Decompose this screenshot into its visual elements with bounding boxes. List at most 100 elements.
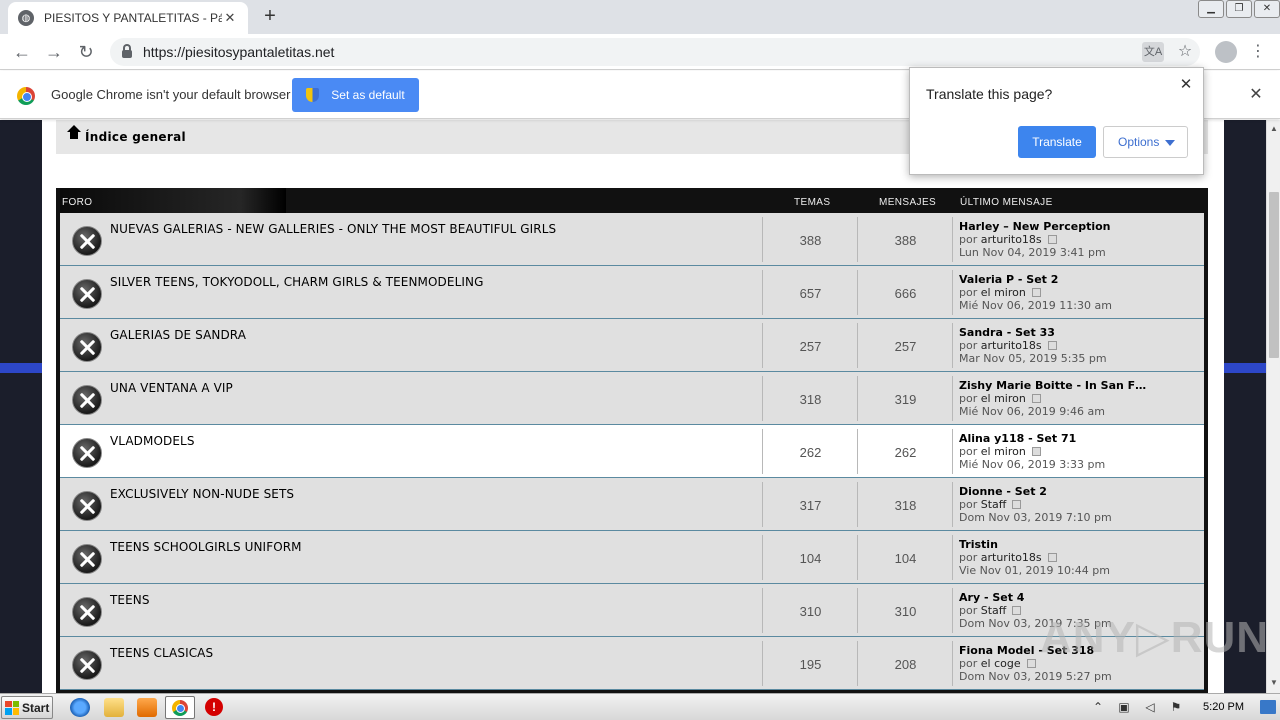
forum-title-link[interactable]: EXCLUSIVELY NON-NUDE SETS	[110, 487, 294, 501]
column-divider	[952, 376, 953, 421]
page-scrollbar[interactable]: ▲ ▼	[1266, 120, 1280, 693]
forum-title-link[interactable]: TEENS CLASICAS	[110, 646, 213, 660]
goto-post-icon[interactable]	[1031, 288, 1041, 297]
media-player-icon[interactable]	[137, 698, 157, 717]
profile-avatar-icon[interactable]	[1215, 41, 1237, 63]
volume-icon[interactable]: ◁	[1142, 700, 1158, 714]
goto-post-icon[interactable]	[1047, 341, 1057, 350]
last-post-date: Mié Nov 06, 2019 9:46 am	[959, 405, 1105, 418]
author-link[interactable]: Staff	[981, 498, 1007, 511]
topics-count: 257	[799, 339, 822, 354]
author-link[interactable]: el miron	[981, 286, 1026, 299]
back-arrow-icon[interactable]: ←	[10, 40, 34, 64]
translate-close-icon[interactable]: ✕	[1177, 76, 1195, 94]
goto-post-icon[interactable]	[1012, 606, 1022, 615]
scroll-down-arrow-icon[interactable]: ▼	[1270, 678, 1278, 687]
author-link[interactable]: arturito18s	[981, 339, 1042, 352]
address-bar[interactable]: https://piesitosypantaletitas.net 文A ☆	[110, 38, 1200, 66]
kebab-menu-icon[interactable]: ⋮	[1248, 40, 1268, 64]
author-link[interactable]: arturito18s	[981, 551, 1042, 564]
forum-status-icon	[72, 332, 102, 362]
start-label: Start	[22, 700, 50, 715]
network-icon[interactable]: ▣	[1116, 700, 1132, 714]
last-post-title-link[interactable]: Ary - Set 4	[959, 591, 1199, 604]
translate-icon[interactable]: 文A	[1142, 42, 1164, 62]
header-topics: TEMAS	[794, 197, 831, 208]
lock-icon[interactable]	[122, 44, 132, 58]
set-as-default-button[interactable]: Set as default	[292, 78, 419, 112]
translate-button[interactable]: Translate	[1018, 126, 1096, 158]
flag-icon[interactable]: ⚑	[1168, 700, 1184, 714]
last-post-title-link[interactable]: Harley – New Perception	[959, 220, 1199, 233]
goto-post-icon[interactable]	[1031, 394, 1041, 403]
forum-status-icon	[72, 544, 102, 574]
goto-post-icon[interactable]	[1047, 553, 1057, 562]
taskbar-clock[interactable]: 5:20 PM	[1203, 701, 1244, 713]
author-link[interactable]: Staff	[981, 604, 1007, 617]
forum-title-link[interactable]: SILVER TEENS, TOKYODOLL, CHARM GIRLS & T…	[110, 275, 483, 289]
breadcrumb-index-link[interactable]: Índice general	[85, 130, 186, 144]
goto-post-icon[interactable]	[1031, 447, 1041, 456]
last-post-title-link[interactable]: Alina y118 - Set 71	[959, 432, 1199, 445]
internet-explorer-icon[interactable]	[70, 698, 90, 717]
folder-icon[interactable]	[104, 698, 124, 717]
author-link[interactable]: el miron	[981, 445, 1026, 458]
maximize-button[interactable]: ❐	[1226, 0, 1252, 18]
forum-title-link[interactable]: UNA VENTANA A VIP	[110, 381, 233, 395]
forum-row: VLADMODELS 262 262 Alina y118 - Set 71 p…	[60, 425, 1204, 478]
forum-title-link[interactable]: NUEVAS GALERIAS - NEW GALLERIES - ONLY T…	[110, 222, 556, 236]
last-post-title-link[interactable]: Dionne - Set 2	[959, 485, 1199, 498]
forum-title-link[interactable]: TEENS	[110, 593, 150, 607]
minimize-button[interactable]: ▁	[1198, 0, 1224, 18]
uac-shield-icon	[306, 88, 320, 102]
last-post-date: Lun Nov 04, 2019 3:41 pm	[959, 246, 1106, 259]
author-link[interactable]: arturito18s	[981, 233, 1042, 246]
forum-status-icon	[72, 597, 102, 627]
column-divider	[952, 641, 953, 686]
goto-post-icon[interactable]	[1012, 500, 1022, 509]
scrollbar-thumb[interactable]	[1269, 192, 1279, 358]
tray-expand-icon[interactable]: ⌃	[1090, 700, 1106, 714]
last-post-author: por arturito18s	[959, 233, 1199, 246]
forum-title-link[interactable]: GALERIAS DE SANDRA	[110, 328, 246, 342]
posts-count: 208	[894, 657, 917, 672]
forum-row: TEENS SCHOOLGIRLS UNIFORM 104 104 Tristi…	[60, 531, 1204, 584]
translate-options-button[interactable]: Options	[1103, 126, 1188, 158]
by-label: por	[959, 604, 978, 617]
bookmark-star-icon[interactable]: ☆	[1174, 42, 1196, 62]
topics-count: 310	[799, 604, 822, 619]
new-tab-button[interactable]: +	[258, 5, 282, 29]
forum-title-link[interactable]: VLADMODELS	[110, 434, 195, 448]
forum-title-link[interactable]: TEENS SCHOOLGIRLS UNIFORM	[110, 540, 302, 554]
goto-post-icon[interactable]	[1026, 659, 1036, 668]
anyrun-watermark: ANY▷RUN	[1040, 613, 1270, 662]
close-tab-icon[interactable]: ✕	[222, 10, 238, 26]
author-link[interactable]: el miron	[981, 392, 1026, 405]
last-post-title-link[interactable]: Valeria P - Set 2	[959, 273, 1199, 286]
table-header: FORO TEMAS MENSAJES ÚLTIMO MENSAJE	[60, 188, 1204, 213]
last-post-title-link[interactable]: Tristin	[959, 538, 1199, 551]
reload-icon[interactable]: ↻	[74, 40, 98, 64]
last-post-date: Dom Nov 03, 2019 5:27 pm	[959, 670, 1112, 683]
start-button[interactable]: Start	[1, 696, 53, 719]
url-text[interactable]: https://piesitosypantaletitas.net	[143, 44, 334, 60]
forum-list-table: FORO TEMAS MENSAJES ÚLTIMO MENSAJE NUEVA…	[56, 188, 1208, 698]
show-desktop-icon[interactable]	[1260, 700, 1276, 714]
author-link[interactable]: el coge	[981, 657, 1021, 670]
forward-arrow-icon[interactable]: →	[42, 40, 66, 64]
by-label: por	[959, 339, 978, 352]
infobar-close-icon[interactable]: ✕	[1246, 85, 1266, 105]
scroll-up-arrow-icon[interactable]: ▲	[1270, 124, 1278, 133]
home-icon[interactable]	[67, 125, 81, 143]
stop-icon[interactable]: !	[205, 698, 223, 716]
chrome-taskbar-button[interactable]	[165, 696, 195, 719]
close-window-button[interactable]: ✕	[1254, 0, 1280, 18]
last-post-title-link[interactable]: Zishy Marie Boitte - In San F…	[959, 379, 1199, 392]
translate-popup: Translate this page? ✕ Translate Options	[909, 67, 1204, 175]
column-divider	[952, 429, 953, 474]
browser-tab[interactable]: ◍ PIESITOS Y PANTALETITAS - Página ✕	[8, 2, 248, 34]
last-post-title-link[interactable]: Sandra - Set 33	[959, 326, 1199, 339]
goto-post-icon[interactable]	[1047, 235, 1057, 244]
last-post-author: por Staff	[959, 498, 1199, 511]
forum-row: TEENS 310 310 Ary - Set 4 por Staff Dom …	[60, 584, 1204, 637]
